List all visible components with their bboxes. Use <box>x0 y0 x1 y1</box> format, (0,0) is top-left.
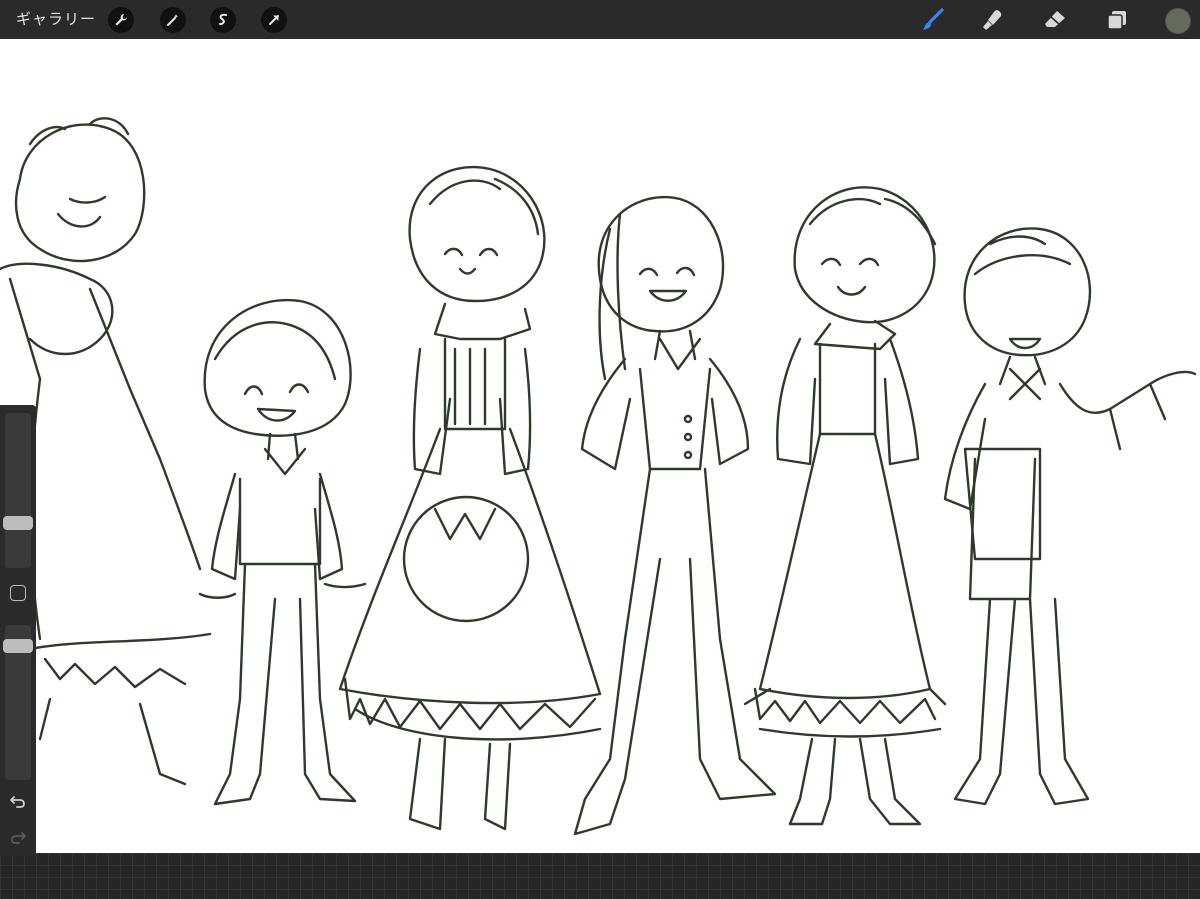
gallery-button[interactable]: ギャラリー <box>16 8 96 30</box>
smudge-tool-button[interactable] <box>978 5 1008 35</box>
redo-icon <box>11 832 26 844</box>
drawing-canvas[interactable] <box>0 39 1200 853</box>
left-sidebar <box>0 405 36 856</box>
undo-button[interactable] <box>8 791 28 811</box>
sketch-character-5 <box>743 186 947 826</box>
brush-opacity-slider-thumb[interactable] <box>3 639 33 654</box>
transform-button[interactable] <box>261 7 287 33</box>
actions-button[interactable] <box>108 7 134 33</box>
modify-button[interactable] <box>10 585 26 601</box>
selection-icon <box>219 13 227 25</box>
redo-button[interactable] <box>8 827 28 847</box>
sketch-artwork <box>0 117 1197 836</box>
magic-wand-icon <box>167 14 179 26</box>
top-toolbar: ギャラリー <box>0 0 1200 39</box>
sketch-character-6 <box>943 227 1197 806</box>
undo-icon <box>10 796 25 808</box>
layers-button[interactable] <box>1102 5 1132 35</box>
brush-size-slider[interactable] <box>3 413 33 568</box>
eraser-icon <box>1045 11 1065 27</box>
eraser-tool-button[interactable] <box>1040 5 1070 35</box>
color-picker-button[interactable] <box>1165 8 1191 34</box>
smudge-icon <box>983 10 1002 30</box>
brush-tool-button[interactable] <box>918 5 948 35</box>
adjustments-button[interactable] <box>160 7 186 33</box>
selection-button[interactable] <box>210 7 236 33</box>
layers-icon <box>1107 11 1126 30</box>
transform-arrow-icon <box>269 15 279 25</box>
brush-opacity-slider[interactable] <box>3 625 33 780</box>
wrench-icon <box>115 14 127 26</box>
brush-icon <box>923 8 944 30</box>
brush-size-slider-thumb[interactable] <box>3 515 33 530</box>
sketch-character-3 <box>338 165 602 831</box>
sketch-character-4 <box>573 195 777 836</box>
workspace-background <box>0 853 1200 899</box>
sketch-character-2 <box>198 298 367 806</box>
